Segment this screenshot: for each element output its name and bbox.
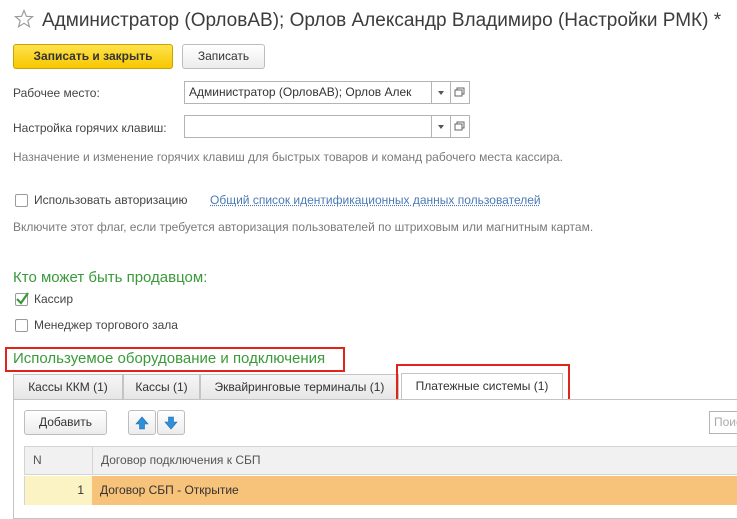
cashier-label[interactable]: Кассир: [34, 292, 73, 306]
move-down-button[interactable]: [157, 410, 185, 435]
save-and-close-button[interactable]: Записать и закрыть: [13, 44, 173, 69]
arrow-down-icon: [164, 416, 178, 430]
floor-manager-checkbox[interactable]: [15, 319, 28, 332]
tab-acquiring-terminals[interactable]: Эквайринговые терминалы (1): [200, 374, 399, 399]
auth-hint: Включите этот флаг, если требуется автор…: [13, 220, 594, 234]
workplace-open-button[interactable]: [451, 81, 470, 104]
tab-registers[interactable]: Кассы (1): [123, 374, 200, 399]
auth-users-link[interactable]: Общий список идентификационных данных по…: [210, 193, 541, 207]
hotkeys-hint: Назначение и изменение горячих клавиш дл…: [13, 150, 564, 164]
move-up-button[interactable]: [128, 410, 156, 435]
hotkeys-dropdown-button[interactable]: [432, 115, 451, 138]
column-header-contract[interactable]: Договор подключения к СБП: [92, 446, 737, 475]
hotkeys-open-button[interactable]: [451, 115, 470, 138]
sellers-group-title: Кто может быть продавцом:: [13, 269, 208, 286]
arrow-up-icon: [135, 416, 149, 430]
hotkeys-label: Настройка горячих клавиш:: [13, 121, 167, 135]
checkmark-icon: [16, 292, 29, 305]
equipment-title-highlight: [5, 347, 345, 372]
workplace-label: Рабочее место:: [13, 86, 100, 100]
add-button[interactable]: Добавить: [24, 410, 107, 435]
hotkeys-field[interactable]: [184, 115, 432, 138]
search-input[interactable]: Поис: [709, 411, 737, 434]
cashier-checkbox[interactable]: [15, 292, 29, 306]
auth-checkbox[interactable]: [15, 194, 28, 207]
table-row-number[interactable]: 1: [24, 476, 92, 505]
auth-label[interactable]: Использовать авторизацию: [34, 193, 188, 207]
open-form-icon: [454, 121, 465, 131]
column-header-n[interactable]: N: [24, 446, 92, 475]
floor-manager-label[interactable]: Менеджер торгового зала: [34, 318, 178, 332]
window-title: Администратор (ОрловАВ); Орлов Александр…: [42, 10, 722, 31]
tab-kkm-registers[interactable]: Кассы ККМ (1): [13, 374, 123, 399]
workplace-dropdown-button[interactable]: [432, 81, 451, 104]
favorite-star-icon[interactable]: [14, 9, 34, 29]
save-button[interactable]: Записать: [182, 44, 265, 69]
workplace-field[interactable]: Администратор (ОрловАВ); Орлов Алек: [184, 81, 432, 104]
open-form-icon: [454, 87, 465, 97]
table-row-contract[interactable]: Договор СБП - Открытие: [92, 476, 737, 505]
